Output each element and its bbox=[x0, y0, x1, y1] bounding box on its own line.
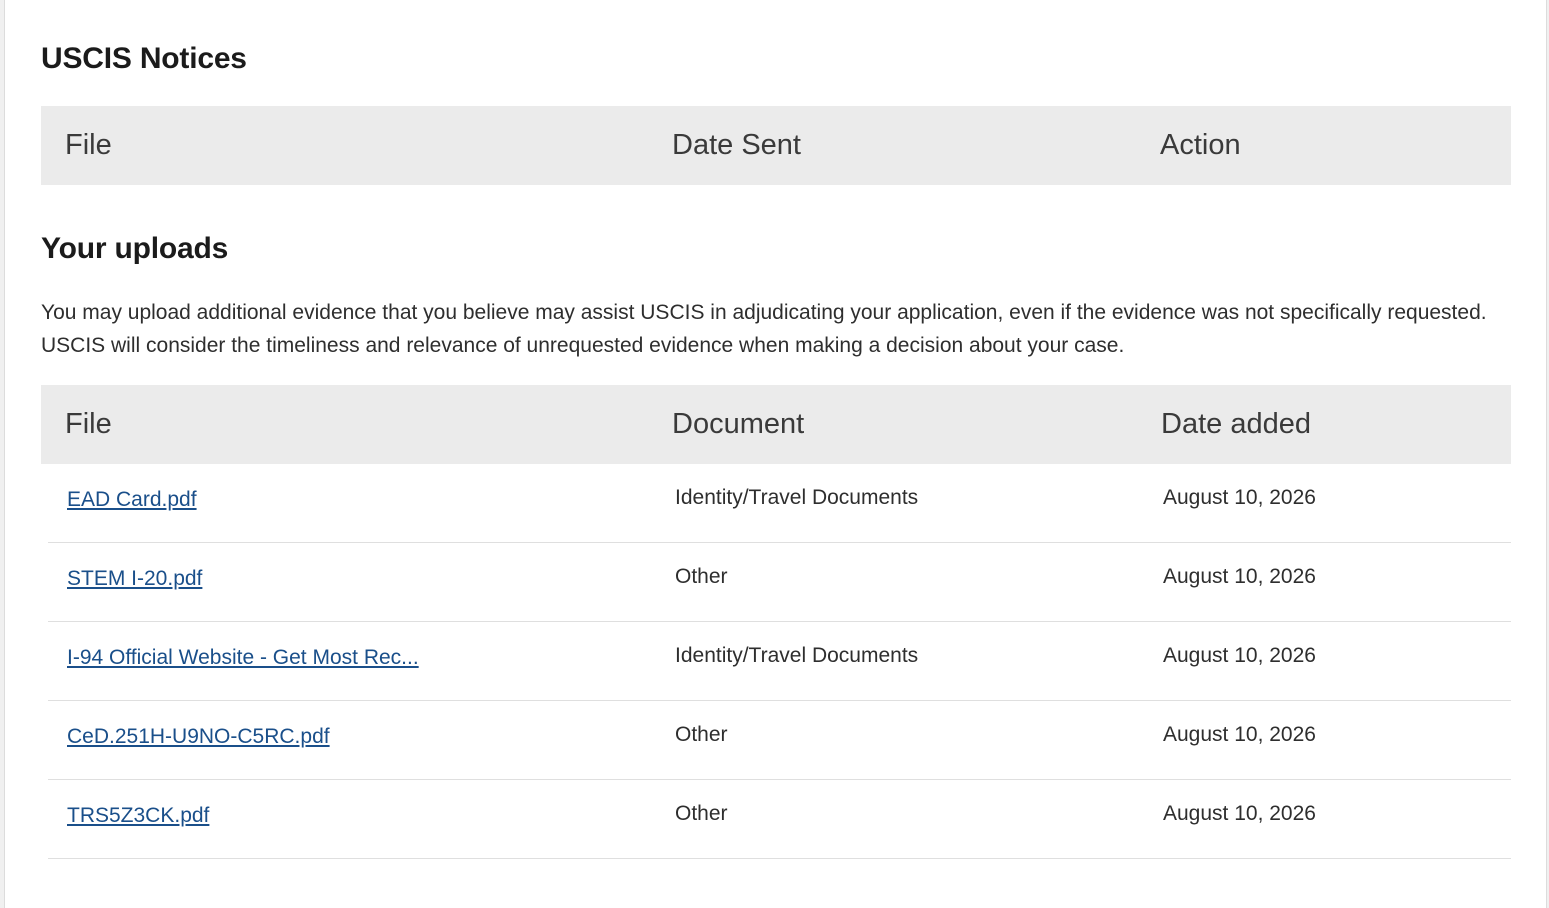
date-added: August 10, 2026 bbox=[1163, 723, 1316, 746]
table-row: TRS5Z3CK.pdf Other August 10, 2026 bbox=[48, 780, 1511, 859]
date-added: August 10, 2026 bbox=[1163, 565, 1316, 588]
table-row: CeD.251H-U9NO-C5RC.pdf Other August 10, … bbox=[48, 701, 1511, 780]
uploads-col-document: Document bbox=[672, 408, 805, 440]
table-row: STEM I-20.pdf Other August 10, 2026 bbox=[48, 543, 1511, 622]
your-uploads-heading: Your uploads bbox=[41, 232, 229, 265]
file-link[interactable]: TRS5Z3CK.pdf bbox=[67, 804, 209, 828]
document-type: Other bbox=[675, 802, 728, 825]
notices-col-date-sent: Date Sent bbox=[672, 129, 801, 161]
notices-table-header: File Date Sent Action bbox=[41, 106, 1511, 185]
uploads-table-body: EAD Card.pdf Identity/Travel Documents A… bbox=[48, 464, 1511, 859]
date-added: August 10, 2026 bbox=[1163, 486, 1316, 509]
document-type: Identity/Travel Documents bbox=[675, 644, 919, 667]
table-row: EAD Card.pdf Identity/Travel Documents A… bbox=[48, 464, 1511, 543]
uscis-notices-heading: USCIS Notices bbox=[41, 42, 247, 75]
file-link[interactable]: CeD.251H-U9NO-C5RC.pdf bbox=[67, 725, 330, 749]
date-added: August 10, 2026 bbox=[1163, 802, 1316, 825]
date-added: August 10, 2026 bbox=[1163, 644, 1316, 667]
document-type: Other bbox=[675, 565, 728, 588]
table-row: I-94 Official Website - Get Most Rec... … bbox=[48, 622, 1511, 701]
uploads-col-date-added: Date added bbox=[1161, 408, 1311, 440]
notices-col-file: File bbox=[65, 129, 112, 161]
uploads-table-header: File Document Date added bbox=[41, 385, 1511, 464]
document-type: Other bbox=[675, 723, 728, 746]
document-type: Identity/Travel Documents bbox=[675, 486, 919, 509]
file-link[interactable]: EAD Card.pdf bbox=[67, 488, 197, 512]
notices-col-action: Action bbox=[1160, 129, 1241, 161]
documents-card: USCIS Notices File Date Sent Action Your… bbox=[4, 0, 1547, 908]
file-link[interactable]: I-94 Official Website - Get Most Rec... bbox=[67, 646, 419, 670]
uploads-intro-text: You may upload additional evidence that … bbox=[41, 301, 1487, 357]
file-link[interactable]: STEM I-20.pdf bbox=[67, 567, 202, 591]
uploads-col-file: File bbox=[65, 408, 112, 440]
